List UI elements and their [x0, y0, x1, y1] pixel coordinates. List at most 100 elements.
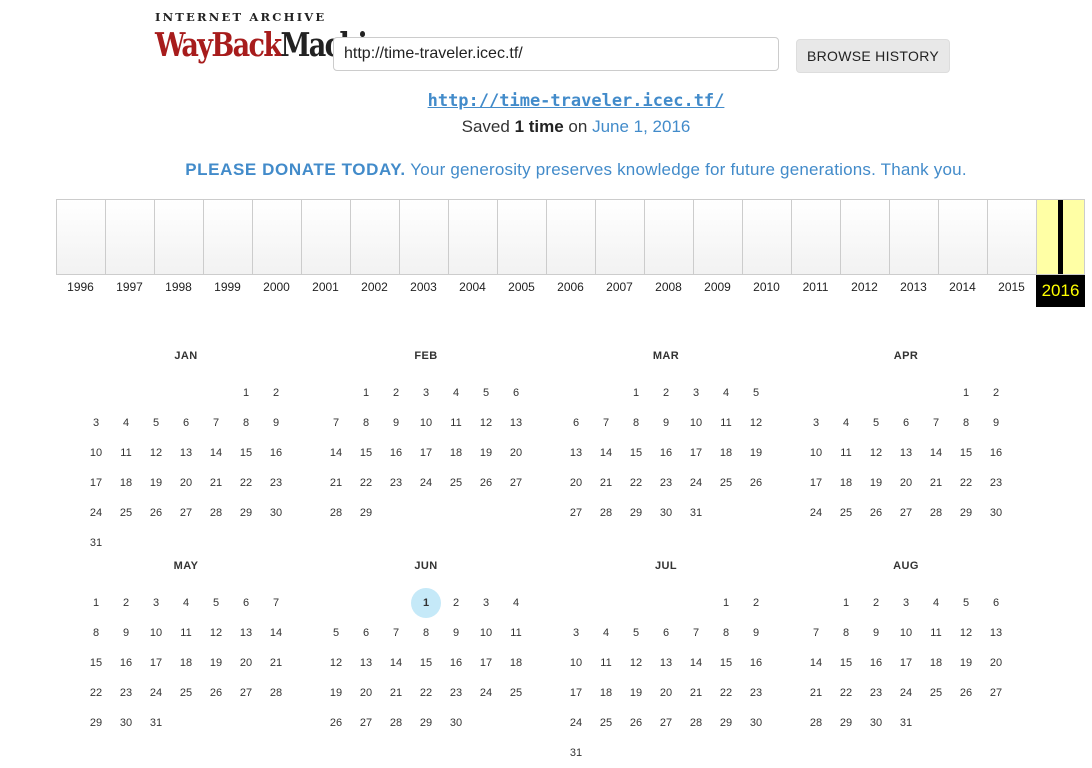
year-label-2008[interactable]: 2008	[644, 280, 693, 294]
calendar-day: 4	[842, 417, 850, 429]
calendar-day: 5	[752, 387, 760, 399]
year-label-2003[interactable]: 2003	[399, 280, 448, 294]
calendar-day: 28	[389, 717, 403, 729]
calendar-day: 9	[452, 627, 460, 639]
calendar-day: 5	[632, 627, 640, 639]
year-column-2011[interactable]	[791, 199, 840, 275]
calendar-day: 29	[419, 717, 433, 729]
calendar-day: 21	[929, 477, 943, 489]
calendar-day: 12	[149, 447, 163, 459]
month-name: FEB	[414, 350, 438, 362]
year-label-1998[interactable]: 1998	[154, 280, 203, 294]
calendar-day: 5	[152, 417, 160, 429]
calendar-day: 27	[659, 717, 673, 729]
calendar-day: 31	[89, 537, 103, 549]
year-label-2016[interactable]: 2016	[1036, 275, 1085, 307]
year-column-2016[interactable]	[1036, 199, 1085, 275]
year-column-2003[interactable]	[399, 199, 448, 275]
calendar-day: 11	[510, 627, 522, 639]
calendar-day: 23	[659, 477, 673, 489]
month-name: APR	[893, 350, 919, 362]
year-label-2009[interactable]: 2009	[693, 280, 742, 294]
year-column-2008[interactable]	[644, 199, 693, 275]
calendar-day: 30	[269, 507, 283, 519]
calendar-day: 21	[269, 657, 283, 669]
month-name: AUG	[893, 560, 919, 572]
year-column-2014[interactable]	[938, 199, 987, 275]
year-label-1996[interactable]: 1996	[56, 280, 105, 294]
calendar-day: 21	[599, 477, 613, 489]
calendar-day: 22	[89, 687, 103, 699]
year-column-2002[interactable]	[350, 199, 399, 275]
calendar-day: 6	[992, 597, 1000, 609]
year-column-2009[interactable]	[693, 199, 742, 275]
year-column-2012[interactable]	[840, 199, 889, 275]
year-column-2001[interactable]	[301, 199, 350, 275]
wayback-logo[interactable]: INTERNET ARCHIVE WayBackMachine	[155, 11, 401, 75]
calendar-day: 20	[899, 477, 913, 489]
year-column-2015[interactable]	[987, 199, 1036, 275]
calendar-day: 27	[509, 477, 523, 489]
donate-banner[interactable]: PLEASE DONATE TODAY. Your generosity pre…	[0, 160, 1092, 180]
year-label-1999[interactable]: 1999	[203, 280, 252, 294]
calendar-day: 18	[509, 657, 523, 669]
year-label-2013[interactable]: 2013	[889, 280, 938, 294]
calendar-day: 28	[209, 507, 223, 519]
calendar-day: 9	[992, 417, 1000, 429]
calendar-day: 24	[419, 477, 433, 489]
calendar-day: 1	[962, 387, 970, 399]
calendar-day: 2	[872, 597, 880, 609]
calendar-day: 23	[269, 477, 283, 489]
year-label-2011[interactable]: 2011	[791, 280, 840, 294]
calendar-day: 18	[719, 447, 733, 459]
year-column-1999[interactable]	[203, 199, 252, 275]
calendar-day: 13	[239, 627, 253, 639]
year-label-2014[interactable]: 2014	[938, 280, 987, 294]
year-column-2007[interactable]	[595, 199, 644, 275]
year-label-2010[interactable]: 2010	[742, 280, 791, 294]
year-column-2004[interactable]	[448, 199, 497, 275]
calendar-day: 22	[419, 687, 433, 699]
site-url-link[interactable]: http://time-traveler.icec.tf/	[0, 91, 1092, 111]
saved-date-link[interactable]: June 1, 2016	[592, 117, 690, 136]
url-search-input[interactable]	[333, 37, 779, 71]
calendar-day: 16	[269, 447, 283, 459]
year-column-2005[interactable]	[497, 199, 546, 275]
calendar-day-capture[interactable]: 1	[411, 588, 441, 618]
calendar-day: 31	[569, 747, 583, 759]
calendar-day: 10	[419, 417, 433, 429]
calendar-day: 8	[842, 627, 850, 639]
calendar-day: 22	[239, 477, 253, 489]
capture-bar[interactable]	[1058, 200, 1063, 274]
calendar-day: 28	[809, 717, 823, 729]
year-label-2012[interactable]: 2012	[840, 280, 889, 294]
year-column-1997[interactable]	[105, 199, 154, 275]
year-label-2002[interactable]: 2002	[350, 280, 399, 294]
donate-bold-text: PLEASE DONATE TODAY.	[185, 160, 406, 179]
year-label-2004[interactable]: 2004	[448, 280, 497, 294]
calendar-day: 3	[902, 597, 910, 609]
calendar-day: 20	[179, 477, 193, 489]
year-column-1996[interactable]	[56, 199, 105, 275]
year-label-2001[interactable]: 2001	[301, 280, 350, 294]
year-column-2010[interactable]	[742, 199, 791, 275]
year-label-2006[interactable]: 2006	[546, 280, 595, 294]
year-label-2000[interactable]: 2000	[252, 280, 301, 294]
year-column-2013[interactable]	[889, 199, 938, 275]
calendar-day: 14	[599, 447, 613, 459]
year-label-2015[interactable]: 2015	[987, 280, 1036, 294]
browse-history-button[interactable]: BROWSE HISTORY	[796, 39, 950, 73]
calendar-day: 4	[932, 597, 940, 609]
calendar-day: 25	[839, 507, 853, 519]
calendar-day: 15	[359, 447, 373, 459]
calendar-day: 5	[212, 597, 220, 609]
year-column-1998[interactable]	[154, 199, 203, 275]
year-column-2006[interactable]	[546, 199, 595, 275]
year-label-2005[interactable]: 2005	[497, 280, 546, 294]
year-column-2000[interactable]	[252, 199, 301, 275]
calendar-day: 19	[479, 447, 493, 459]
calendar-day: 29	[719, 717, 733, 729]
year-label-1997[interactable]: 1997	[105, 280, 154, 294]
calendar-day: 27	[899, 507, 913, 519]
year-label-2007[interactable]: 2007	[595, 280, 644, 294]
